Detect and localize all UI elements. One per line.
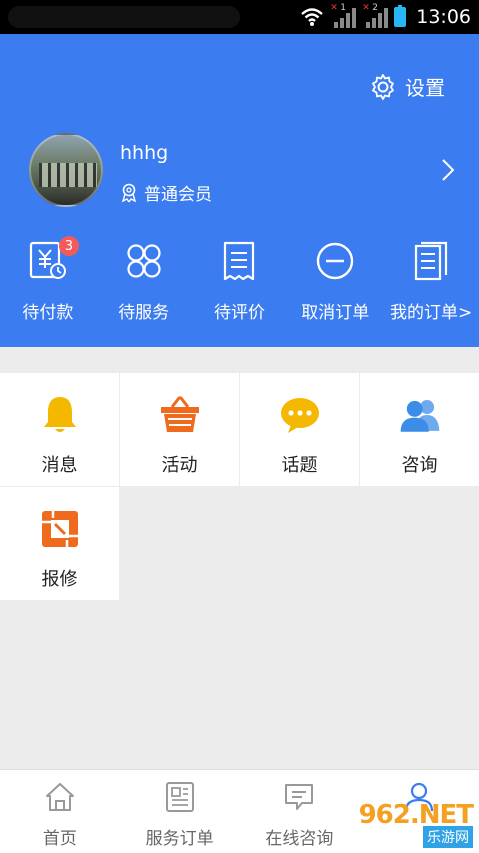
grid-item-messages[interactable]: 消息 <box>0 373 119 486</box>
gear-icon <box>372 73 394 100</box>
tab-online-consult[interactable]: 在线咨询 <box>240 770 360 853</box>
review-icon <box>218 240 260 282</box>
settings-button[interactable]: 设置 <box>369 72 445 101</box>
tab-label: 服务订单 <box>145 829 214 849</box>
basket-icon <box>158 393 202 437</box>
grid-item-label: 消息 <box>41 455 78 476</box>
orders-icon <box>410 240 452 282</box>
document-icon <box>163 780 197 814</box>
tab-home[interactable]: 首页 <box>0 770 120 853</box>
order-label: 待服务 <box>118 303 170 323</box>
watermark-bottom: 乐游网 <box>423 826 473 848</box>
signal-1-icon: ✕ 1 <box>330 3 357 28</box>
order-pending-payment[interactable]: 3 待付款 <box>0 236 96 330</box>
member-level: 普通会员 <box>120 180 212 205</box>
bell-icon <box>38 393 82 437</box>
grid-item-consult[interactable]: 咨询 <box>360 373 479 486</box>
payment-icon: 3 <box>27 236 79 282</box>
status-icons: ✕ 1 ✕ 2 13:06 <box>300 0 471 34</box>
username: hhhg <box>120 142 169 164</box>
cancel-icon <box>314 240 356 282</box>
order-label: 取消订单 <box>301 303 370 323</box>
grid-item-label: 活动 <box>161 455 198 476</box>
order-all[interactable]: 我的订单> <box>383 240 479 330</box>
tab-service-orders[interactable]: 服务订单 <box>120 770 240 853</box>
people-icon <box>398 393 442 437</box>
chevron-right-icon[interactable] <box>441 158 455 182</box>
chat-bubble-icon <box>278 393 322 437</box>
order-label: 待付款 <box>22 303 74 323</box>
grid-item-label: 咨询 <box>401 455 438 476</box>
grid-item-label: 报修 <box>41 569 78 590</box>
member-level-label: 普通会员 <box>144 185 212 205</box>
grid-item-activity[interactable]: 活动 <box>120 373 239 486</box>
profile-header: 设置 hhhg 普通会员 3 待付款 待服务 待评价 取消订单 我的订单> <box>0 34 479 347</box>
tab-label: 首页 <box>42 829 77 849</box>
order-shortcuts: 3 待付款 待服务 待评价 取消订单 我的订单> <box>0 236 479 330</box>
status-notifications-blurred <box>8 6 240 28</box>
repair-icon <box>38 507 82 551</box>
signal-2-icon: ✕ 2 <box>362 3 389 28</box>
home-icon <box>43 780 77 814</box>
settings-label: 设置 <box>405 76 445 100</box>
service-icon <box>123 240 165 282</box>
avatar[interactable] <box>29 133 103 207</box>
order-label: 待评价 <box>213 303 265 323</box>
pending-payment-badge: 3 <box>58 236 79 256</box>
status-time: 13:06 <box>416 6 471 28</box>
status-bar: ✕ 1 ✕ 2 13:06 <box>0 0 479 34</box>
message-icon <box>282 780 316 814</box>
order-pending-service[interactable]: 待服务 <box>96 240 192 330</box>
order-label: 我的订单> <box>389 303 473 323</box>
grid-item-label: 话题 <box>281 455 318 476</box>
order-cancelled[interactable]: 取消订单 <box>287 240 383 330</box>
wifi-icon <box>301 8 324 26</box>
tab-label: 在线咨询 <box>265 829 334 849</box>
battery-icon <box>394 5 407 27</box>
badge-ribbon-icon <box>121 183 137 202</box>
watermark-logo: 962.NET 乐游网 <box>359 800 474 848</box>
grid-item-topics[interactable]: 话题 <box>240 373 359 486</box>
grid-item-repair[interactable]: 报修 <box>0 487 119 600</box>
order-pending-review[interactable]: 待评价 <box>192 240 288 330</box>
